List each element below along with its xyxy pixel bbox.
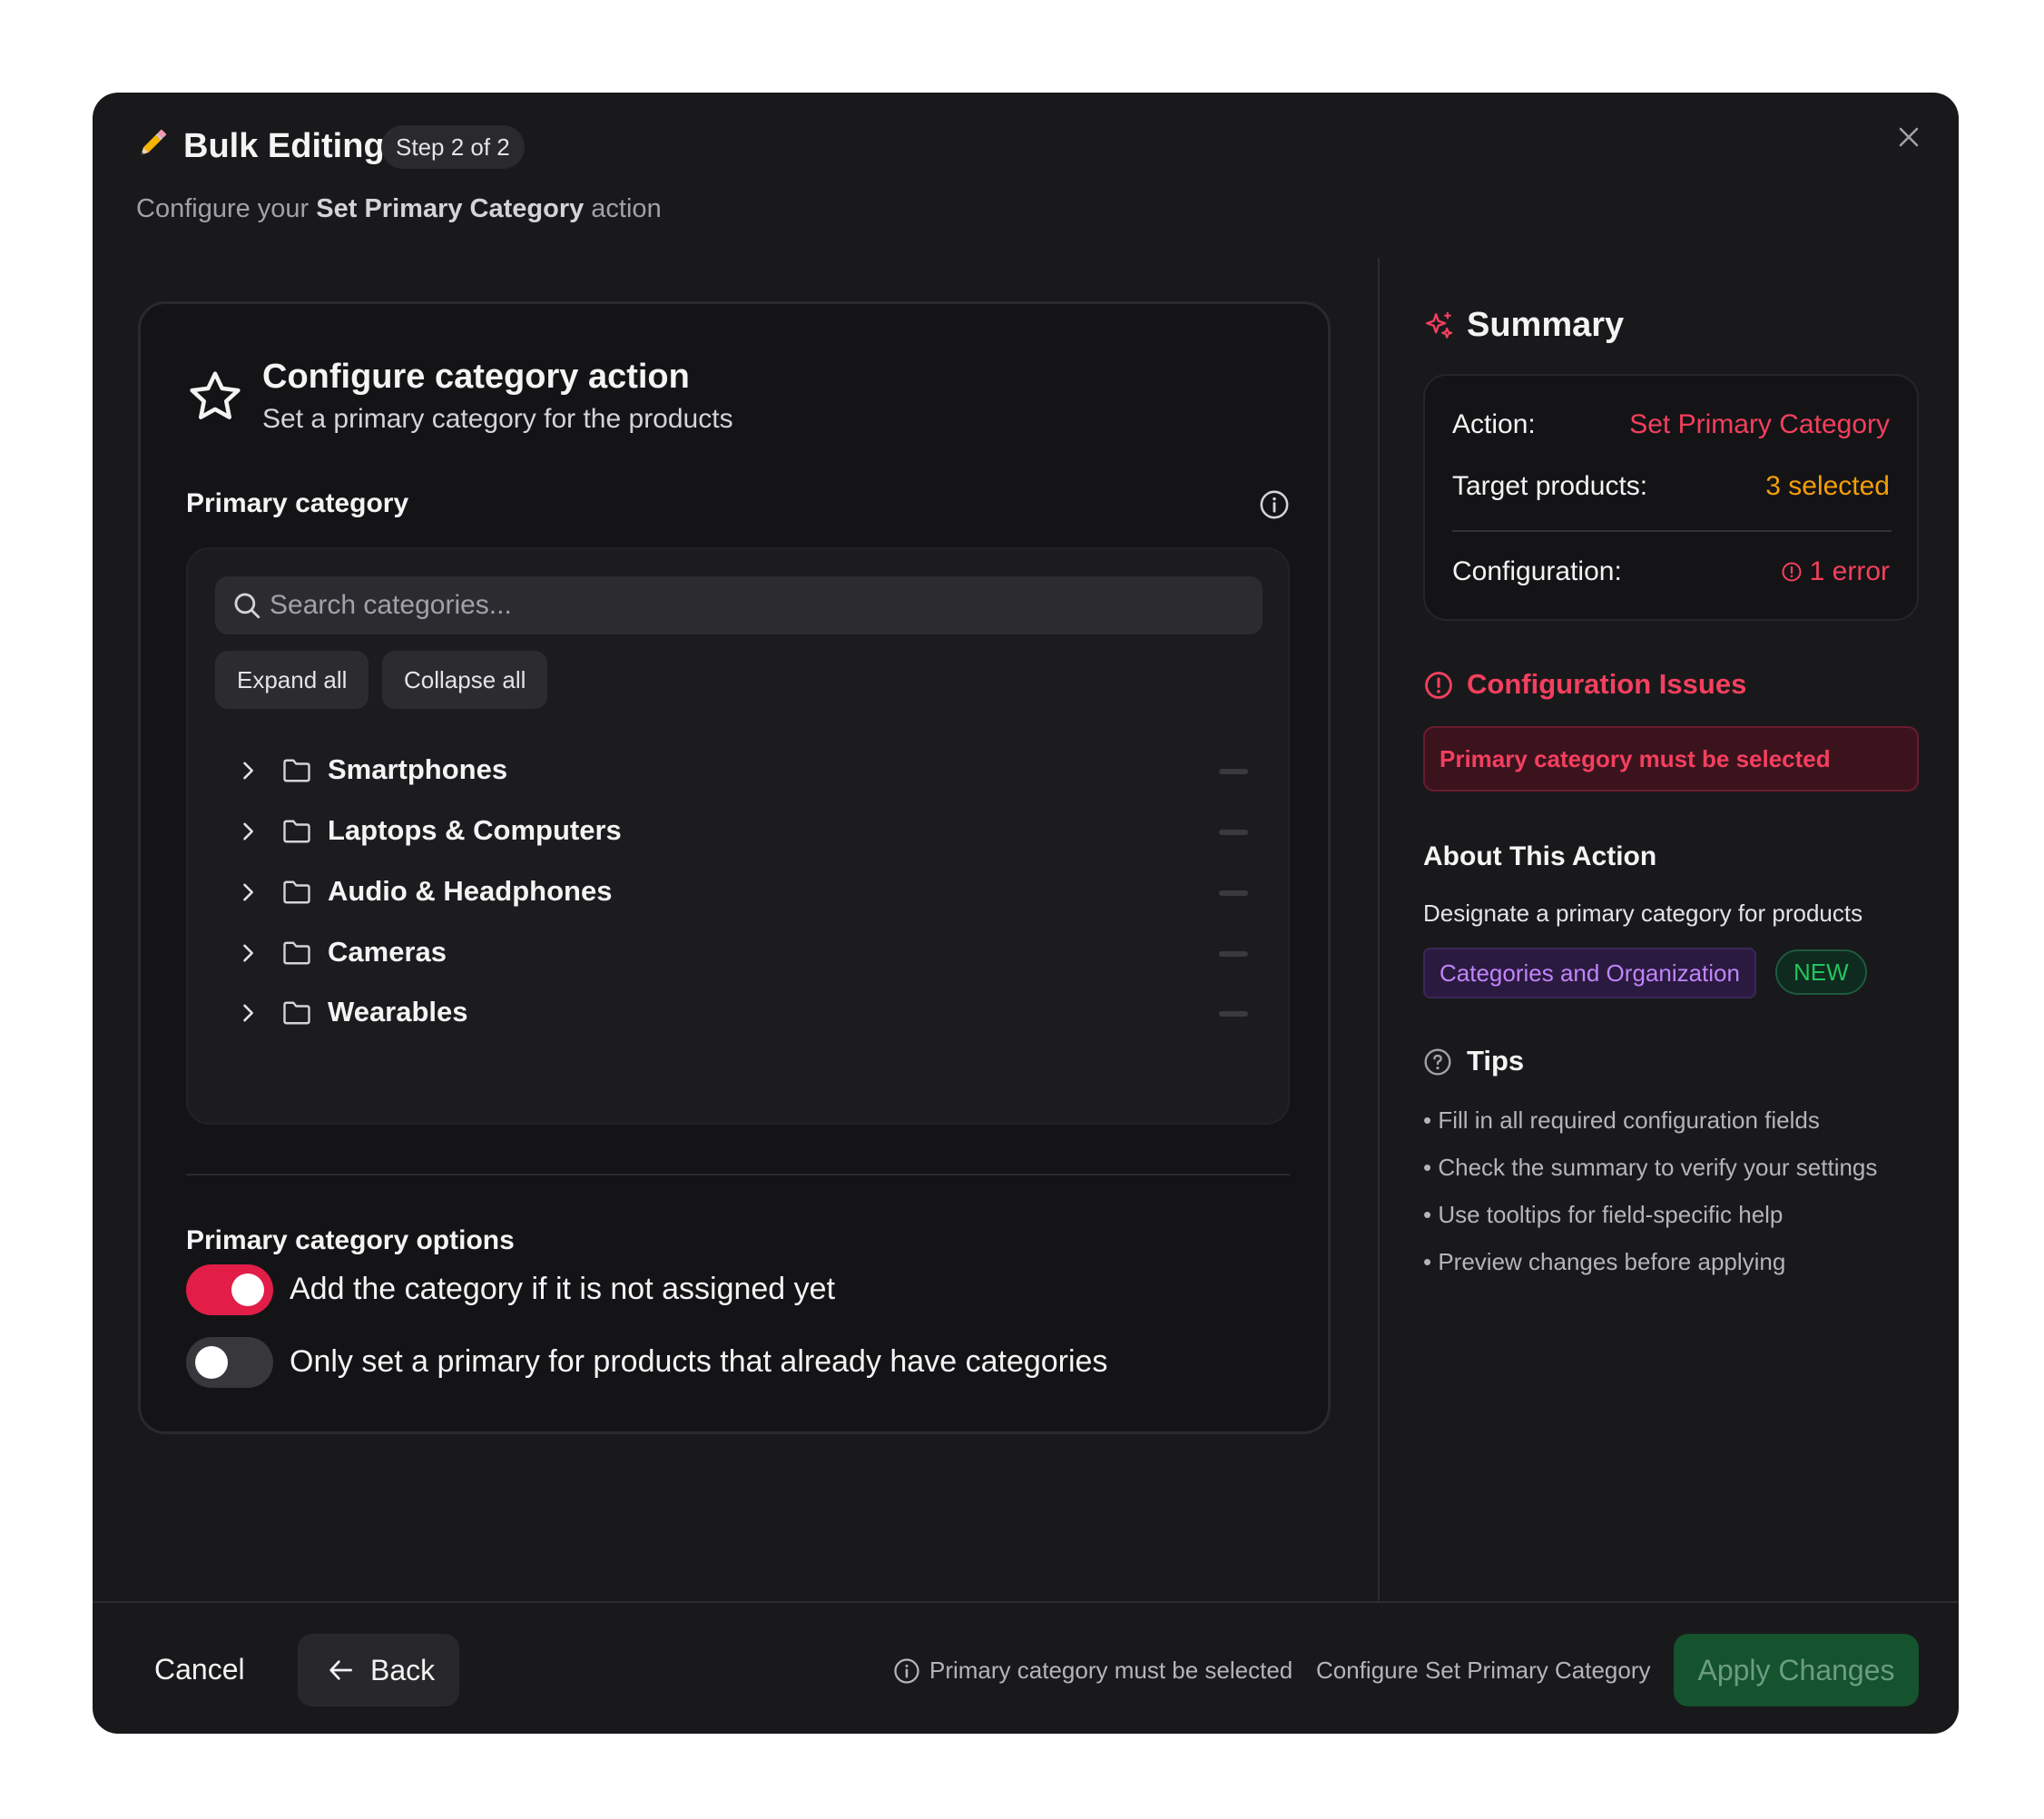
footer-status-message: Primary category must be selected bbox=[929, 1657, 1293, 1684]
apply-changes-button[interactable]: Apply Changes bbox=[1674, 1634, 1919, 1706]
arrow-left-icon bbox=[329, 1660, 352, 1680]
help-circle-icon bbox=[1424, 1048, 1451, 1076]
target-key: Target products: bbox=[1452, 471, 1648, 501]
column-divider bbox=[1378, 258, 1380, 1603]
category-label: Audio & Headphones bbox=[328, 875, 613, 907]
category-label: Laptops & Computers bbox=[328, 814, 622, 846]
summary-title: Summary bbox=[1467, 306, 1625, 344]
category-label: Smartphones bbox=[328, 753, 508, 785]
chevron-right-icon[interactable] bbox=[235, 1000, 260, 1026]
config-issues-title: Configuration Issues bbox=[1467, 668, 1747, 700]
toggle-knob bbox=[195, 1346, 228, 1379]
add-category-label: Add the category if it is not assigned y… bbox=[290, 1272, 836, 1306]
only-existing-label: Only set a primary for products that alr… bbox=[290, 1344, 1108, 1379]
modal-title: Bulk Editing bbox=[183, 127, 385, 165]
search-box bbox=[215, 576, 1263, 634]
category-row-wearables[interactable]: Wearables bbox=[215, 969, 1263, 1057]
folder-icon bbox=[283, 759, 310, 782]
subtitle-action-name: Set Primary Category bbox=[316, 194, 585, 223]
back-label: Back bbox=[370, 1654, 436, 1686]
search-input[interactable] bbox=[270, 576, 1250, 634]
about-description: Designate a primary category for product… bbox=[1423, 900, 1863, 927]
close-icon bbox=[1899, 127, 1919, 147]
footer-configure-text: Configure Set Primary Category bbox=[1316, 1657, 1651, 1684]
star-icon bbox=[190, 371, 241, 419]
chevron-right-icon[interactable] bbox=[235, 758, 260, 783]
error-icon bbox=[1782, 562, 1802, 582]
close-button[interactable] bbox=[1888, 116, 1930, 158]
sparkles-icon bbox=[1426, 311, 1453, 339]
tip-item: • Preview changes before applying bbox=[1423, 1248, 1786, 1275]
category-tag: Categories and Organization bbox=[1423, 948, 1756, 998]
config-value: 1 error bbox=[1781, 554, 1890, 590]
cancel-button[interactable]: Cancel bbox=[138, 1634, 261, 1705]
card-title: Configure category action bbox=[262, 358, 690, 396]
summary-card: Action: Set Primary Category Target prod… bbox=[1423, 374, 1919, 621]
folder-icon bbox=[283, 941, 310, 965]
divider bbox=[186, 1174, 1290, 1175]
back-button[interactable]: Back bbox=[298, 1634, 459, 1706]
row-indicator bbox=[1219, 951, 1248, 957]
folder-icon bbox=[283, 1001, 310, 1025]
category-picker: Expand all Collapse all Smartphones Lapt… bbox=[186, 547, 1290, 1125]
issue-item: Primary category must be selected bbox=[1423, 726, 1919, 792]
tip-text: Fill in all required configuration field… bbox=[1438, 1106, 1820, 1134]
folder-icon bbox=[283, 820, 310, 843]
new-badge: NEW bbox=[1775, 949, 1867, 995]
info-icon[interactable] bbox=[1259, 489, 1290, 520]
about-title: About This Action bbox=[1423, 841, 1657, 871]
bulk-edit-modal: Bulk Editing Step 2 of 2 Configure your … bbox=[93, 93, 1959, 1734]
category-label: Cameras bbox=[328, 936, 447, 968]
step-badge: Step 2 of 2 bbox=[381, 125, 525, 169]
tip-item: • Fill in all required configuration fie… bbox=[1423, 1106, 1820, 1134]
subtitle-prefix: Configure your bbox=[136, 194, 317, 223]
chevron-right-icon[interactable] bbox=[235, 940, 260, 966]
folder-icon bbox=[283, 880, 310, 904]
tip-item: • Check the summary to verify your setti… bbox=[1423, 1154, 1878, 1181]
tips-title: Tips bbox=[1467, 1045, 1525, 1077]
collapse-all-button[interactable]: Collapse all bbox=[382, 651, 548, 709]
config-error-text: 1 error bbox=[1809, 556, 1890, 586]
tip-text: Preview changes before applying bbox=[1438, 1248, 1786, 1275]
subtitle-suffix: action bbox=[584, 194, 662, 223]
info-icon bbox=[894, 1658, 919, 1684]
footer-divider bbox=[93, 1601, 1959, 1603]
chevron-right-icon[interactable] bbox=[235, 880, 260, 905]
tip-text: Check the summary to verify your setting… bbox=[1438, 1154, 1878, 1181]
row-indicator bbox=[1219, 890, 1248, 896]
action-value: Set Primary Category bbox=[1629, 409, 1890, 439]
tip-item: • Use tooltips for field-specific help bbox=[1423, 1201, 1784, 1228]
row-indicator bbox=[1219, 1011, 1248, 1017]
modal-subtitle: Configure your Set Primary Category acti… bbox=[136, 191, 662, 227]
tip-text: Use tooltips for field-specific help bbox=[1438, 1201, 1784, 1228]
action-key: Action: bbox=[1452, 409, 1536, 439]
row-indicator bbox=[1219, 830, 1248, 835]
alert-circle-icon bbox=[1425, 672, 1452, 699]
expand-all-button[interactable]: Expand all bbox=[215, 651, 369, 709]
target-value: 3 selected bbox=[1765, 471, 1890, 501]
pencil-icon bbox=[141, 129, 167, 155]
configure-card: Configure category action Set a primary … bbox=[138, 301, 1331, 1434]
config-key: Configuration: bbox=[1452, 556, 1622, 586]
card-subtitle: Set a primary category for the products bbox=[262, 404, 733, 434]
search-icon bbox=[234, 593, 260, 619]
add-category-toggle[interactable] bbox=[186, 1264, 273, 1315]
issue-text: Primary category must be selected bbox=[1440, 745, 1831, 772]
category-label: Wearables bbox=[328, 996, 468, 1027]
only-existing-toggle[interactable] bbox=[186, 1337, 273, 1388]
summary-divider bbox=[1452, 530, 1892, 532]
chevron-right-icon[interactable] bbox=[235, 819, 260, 844]
primary-category-label: Primary category bbox=[186, 488, 409, 518]
options-label: Primary category options bbox=[186, 1225, 515, 1255]
toggle-knob bbox=[231, 1273, 264, 1306]
row-indicator bbox=[1219, 769, 1248, 774]
